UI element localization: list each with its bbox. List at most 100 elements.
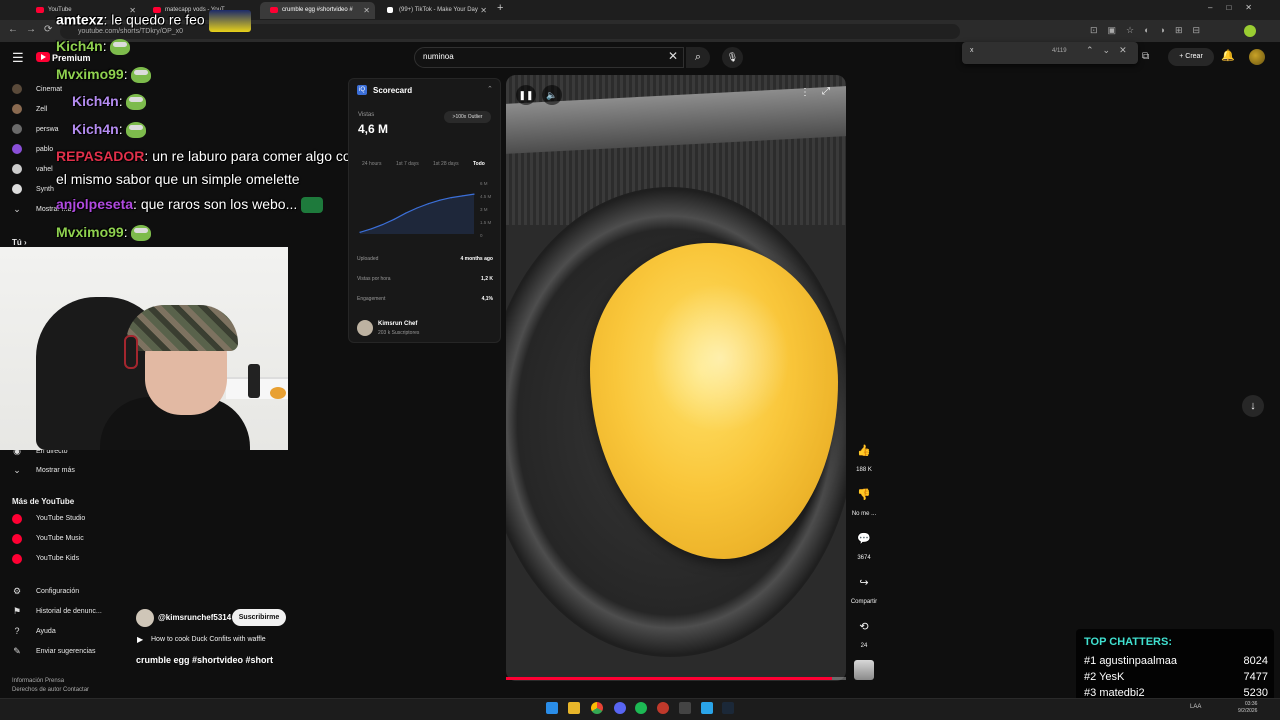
headphones bbox=[124, 335, 138, 369]
sidebar-item-youtube-kids[interactable]: YouTube Kids bbox=[36, 555, 79, 562]
pause-icon[interactable]: ❚❚ bbox=[516, 85, 536, 105]
close-tab-icon[interactable]: ✕ bbox=[480, 2, 487, 19]
range-tab[interactable]: 1st 28 days bbox=[433, 161, 459, 167]
scorecard-channel-avatar bbox=[357, 320, 373, 336]
sidebar-item-report-history[interactable]: Historial de denunc... bbox=[36, 608, 102, 615]
arrow-down-icon[interactable]: ↓ bbox=[1242, 395, 1264, 417]
sidebar-item-subscription[interactable]: pablo bbox=[36, 146, 53, 153]
subscription-avatar[interactable] bbox=[12, 124, 22, 134]
more-options-icon[interactable]: ⋮ bbox=[800, 87, 810, 98]
sidebar-show-more[interactable]: Mostrar más bbox=[36, 467, 75, 474]
sidebar-item-subscription[interactable]: Zell bbox=[36, 106, 47, 113]
chevron-down-icon[interactable]: ⌄ bbox=[11, 204, 23, 215]
obs-icon[interactable] bbox=[679, 702, 691, 714]
search-icon[interactable]: ⌕ bbox=[686, 47, 710, 68]
related-video-link[interactable]: How to cook Duck Confits with waffle bbox=[151, 636, 266, 643]
like-icon[interactable]: 👍 bbox=[853, 440, 875, 462]
share-icon[interactable]: ↪ bbox=[853, 572, 875, 594]
window-controls[interactable]: –□✕ bbox=[1208, 3, 1266, 12]
chrome-icon[interactable] bbox=[591, 702, 603, 714]
range-tab[interactable]: 1st 7 days bbox=[396, 161, 419, 167]
sidebar-item-subscription[interactable]: Cinemat bbox=[36, 86, 62, 93]
find-input[interactable]: x bbox=[970, 47, 974, 54]
clear-search-icon[interactable]: ✕ bbox=[668, 49, 678, 63]
chevron-up-icon[interactable]: ⌃ bbox=[487, 85, 493, 93]
sidebar-item-youtube-music[interactable]: YouTube Music bbox=[36, 535, 84, 542]
sound-thumbnail[interactable] bbox=[854, 660, 874, 680]
sidebar-item-subscription[interactable]: vahel bbox=[36, 166, 53, 173]
chevron-down-icon[interactable]: ⌄ bbox=[11, 465, 23, 476]
chart-area bbox=[360, 194, 474, 234]
chart-point bbox=[473, 193, 475, 195]
chat-text: un re laburo para comer algo con bbox=[152, 148, 359, 164]
youtube-logo-icon[interactable] bbox=[36, 52, 50, 62]
nav-buttons-icon[interactable]: ←→⟳ bbox=[8, 24, 60, 35]
discord-icon[interactable] bbox=[614, 702, 626, 714]
subscribe-button[interactable]: Suscribirme bbox=[232, 609, 286, 626]
sidebar-item-feedback[interactable]: Enviar sugerencias bbox=[36, 648, 96, 655]
windows-start-icon[interactable] bbox=[546, 702, 558, 714]
spotify-icon[interactable] bbox=[635, 702, 647, 714]
find-bar: x 4/119 ⌃⌄✕ bbox=[962, 42, 1138, 64]
search-input[interactable] bbox=[414, 47, 684, 68]
subscription-avatar[interactable] bbox=[12, 84, 22, 94]
range-tab-active[interactable]: Todo bbox=[473, 161, 485, 167]
sidebar-item-settings[interactable]: Configuración bbox=[36, 588, 79, 595]
sidebar-item-subscription[interactable]: Synth bbox=[36, 186, 54, 193]
subscription-avatar[interactable] bbox=[12, 144, 22, 154]
chart-y-tick-label: 0 bbox=[480, 233, 483, 238]
notifications-bell-icon[interactable]: 🔔 bbox=[1221, 49, 1235, 62]
fullscreen-icon[interactable]: ⤢ bbox=[822, 86, 830, 97]
volume-icon[interactable]: 🔈 bbox=[542, 85, 562, 105]
profile-avatar-icon[interactable] bbox=[1244, 25, 1256, 37]
steam-icon[interactable] bbox=[722, 702, 734, 714]
subscription-avatar[interactable] bbox=[12, 184, 22, 194]
sidebar-item-youtube-studio[interactable]: YouTube Studio bbox=[36, 515, 85, 522]
remix-icon[interactable]: ⟲ bbox=[853, 616, 875, 638]
find-controls-icon[interactable]: ⌃⌄✕ bbox=[1086, 45, 1136, 56]
chat-username: Mvximo99 bbox=[56, 224, 124, 240]
app-icon[interactable] bbox=[657, 702, 669, 714]
notepad-icon[interactable] bbox=[701, 702, 713, 714]
frog-emote-icon bbox=[125, 122, 146, 139]
video-title[interactable]: crumble egg #shortvideo #short bbox=[136, 655, 273, 665]
sidebar-item-help[interactable]: Ayuda bbox=[36, 628, 56, 635]
uploaded-label: Uploaded bbox=[357, 256, 379, 262]
sidebar-footer-links[interactable]: Derechos de autor Contactar bbox=[12, 687, 89, 693]
browser-tab-tiktok[interactable]: (99+) TikTok - Make Your Day ✕ bbox=[377, 2, 492, 19]
system-tray[interactable]: LAA bbox=[1190, 704, 1201, 710]
shorts-video-player[interactable]: ❚❚ 🔈 ⋮ ⤢ bbox=[506, 75, 846, 681]
sidebar-item-subscription[interactable]: perswa bbox=[36, 126, 59, 133]
extension-icons[interactable]: ⊡▣☆◐◑⊞⊟ bbox=[1090, 25, 1210, 36]
comment-icon[interactable]: 💬 bbox=[853, 528, 875, 550]
sidebar-you-heading[interactable]: Tú › bbox=[12, 238, 27, 247]
channel-avatar[interactable] bbox=[136, 609, 154, 627]
youtube-favicon-icon bbox=[270, 7, 278, 13]
browser-tab-active[interactable]: crumble egg #shortvideo # ✕ bbox=[260, 2, 375, 19]
account-avatar[interactable] bbox=[1249, 49, 1265, 65]
microphone-icon[interactable]: 🎙 bbox=[722, 47, 743, 68]
frog-emote-icon bbox=[125, 94, 146, 111]
search-value[interactable]: numinoa bbox=[423, 52, 454, 61]
clock[interactable]: 03:36 9/2/2026 bbox=[1238, 701, 1257, 715]
sidebar-footer-links[interactable]: Información Prensa bbox=[12, 678, 64, 684]
views-per-hour-value: 1,2 K bbox=[481, 276, 493, 282]
dislike-icon[interactable]: 👎 bbox=[853, 484, 875, 506]
file-explorer-icon[interactable] bbox=[568, 702, 580, 714]
engagement-label: Engagement bbox=[357, 296, 386, 302]
close-tab-icon[interactable]: ✕ bbox=[363, 2, 370, 19]
video-progress-bar[interactable] bbox=[506, 677, 846, 680]
hamburger-menu-icon[interactable]: ☰ bbox=[12, 50, 24, 66]
cast-icon[interactable]: ⧉ bbox=[1142, 51, 1149, 62]
channel-handle[interactable]: @kimsrunchef5314 bbox=[158, 613, 231, 622]
subscription-avatar[interactable] bbox=[12, 104, 22, 114]
uploaded-value: 4 months ago bbox=[460, 256, 493, 262]
chatter-name: YesK bbox=[1099, 671, 1125, 683]
create-button[interactable]: + Crear bbox=[1168, 48, 1214, 66]
chatter-count: 8024 bbox=[1243, 655, 1268, 667]
top-chatters-title: TOP CHATTERS: bbox=[1084, 636, 1173, 648]
subscription-avatar[interactable] bbox=[12, 164, 22, 174]
range-tab[interactable]: 24 hours bbox=[362, 161, 381, 167]
new-tab-icon[interactable]: + bbox=[497, 2, 503, 14]
remix-count: 24 bbox=[860, 643, 868, 649]
